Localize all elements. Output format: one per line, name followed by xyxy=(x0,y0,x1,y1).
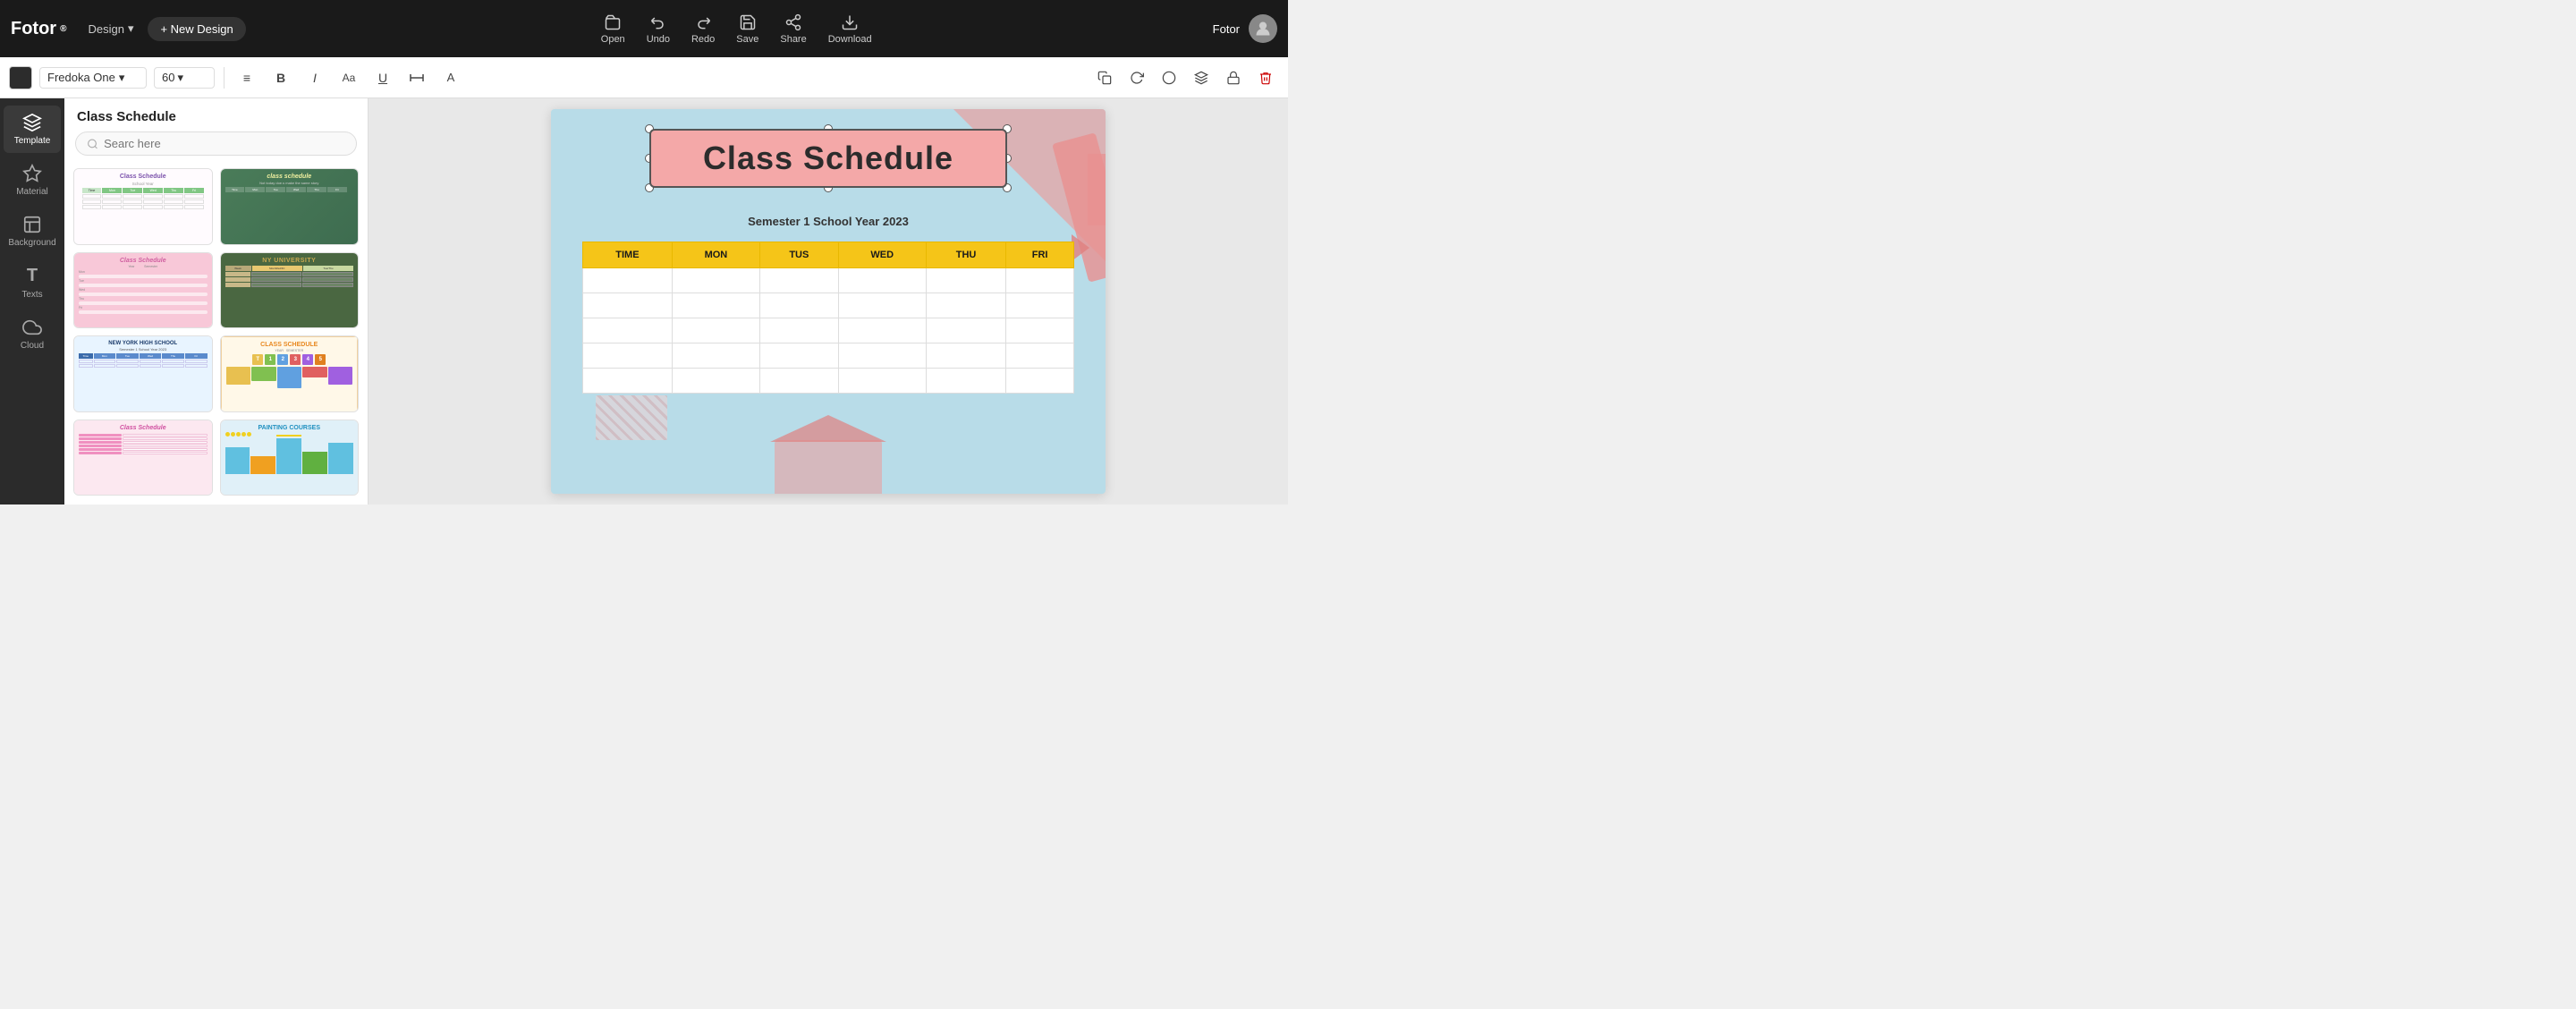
table-header-row: TIME MON TUS WED THU FRI xyxy=(583,242,1074,268)
chevron-down-icon: ▾ xyxy=(128,21,134,36)
save-icon xyxy=(739,13,757,31)
copy-button[interactable] xyxy=(1091,64,1118,91)
logo-superscript: ® xyxy=(60,24,66,34)
lock-button[interactable] xyxy=(1220,64,1247,91)
table-row xyxy=(583,268,1074,293)
bold-tool[interactable]: B xyxy=(267,64,294,91)
canvas-schedule-table: TIME MON TUS WED THU FRI xyxy=(582,242,1074,394)
share-tool[interactable]: Share xyxy=(780,13,806,45)
template-card-3[interactable]: Class Schedule Year Semester Mon Tue Wed… xyxy=(73,252,213,329)
nav-right: Fotor xyxy=(1213,14,1277,43)
col-tue: TUS xyxy=(759,242,838,268)
download-tool[interactable]: Download xyxy=(828,13,872,45)
sidebar-item-cloud[interactable]: Cloud xyxy=(4,310,61,358)
undo-tool[interactable]: Undo xyxy=(647,13,670,45)
template-card-6[interactable]: CLASS SCHEDULE YEAR SEMESTER T 1 2 3 4 5 xyxy=(220,335,360,412)
star-icon xyxy=(22,164,42,183)
table-row xyxy=(583,369,1074,394)
share-icon xyxy=(784,13,802,31)
deco-arrow-right xyxy=(1072,234,1089,261)
chevron-down-icon: ▾ xyxy=(119,71,125,85)
main-area: Template Material Background T Texts Clo… xyxy=(0,98,1288,504)
design-dropdown[interactable]: Design ▾ xyxy=(80,18,140,39)
template-panel: Class Schedule Class Schedule School Yea… xyxy=(64,98,369,504)
sidebar-item-template[interactable]: Template xyxy=(4,106,61,153)
new-design-button[interactable]: + New Design xyxy=(148,17,245,41)
underline-tool[interactable]: U xyxy=(369,64,396,91)
template-card-1[interactable]: Class Schedule School Year Time Mon Tue … xyxy=(73,168,213,245)
canvas-wrapper: Class Schedule Semester 1 School Year 20… xyxy=(551,109,1106,494)
templates-grid: Class Schedule School Year Time Mon Tue … xyxy=(64,165,368,504)
deco-side-right xyxy=(1088,154,1106,225)
search-input[interactable] xyxy=(104,137,345,150)
logo-text: fotor xyxy=(11,19,56,39)
font-name-dropdown[interactable]: Fredoka One ▾ xyxy=(39,67,147,89)
canvas-table-wrapper: TIME MON TUS WED THU FRI xyxy=(582,242,1074,394)
col-thu: THU xyxy=(926,242,1005,268)
template-card-7[interactable]: Class Schedule xyxy=(73,420,213,496)
font-size-alt-tool[interactable]: Aa xyxy=(335,64,362,91)
font-size-input[interactable]: 60 ▾ xyxy=(154,67,215,89)
italic-tool[interactable]: I xyxy=(301,64,328,91)
table-row xyxy=(583,318,1074,343)
cloud-icon xyxy=(22,318,42,337)
toolbar-right xyxy=(1091,64,1279,91)
open-tool[interactable]: Open xyxy=(601,13,625,45)
table-row xyxy=(583,293,1074,318)
template-card-5[interactable]: NEW YORK HIGH SCHOOL Semester 1 School Y… xyxy=(73,335,213,412)
sidebar-item-background[interactable]: Background xyxy=(4,208,61,255)
undo-icon xyxy=(649,13,667,31)
top-navbar: fotor ® Design ▾ + New Design Open Undo R… xyxy=(0,0,1288,57)
template-card-2[interactable]: class schedule Not today doe.s make the … xyxy=(220,168,360,245)
canvas-area[interactable]: Class Schedule Semester 1 School Year 20… xyxy=(369,98,1288,504)
align-tool[interactable]: ≡ xyxy=(233,64,260,91)
text-toolbar: Fredoka One ▾ 60 ▾ ≡ B I Aa U A xyxy=(0,57,1288,98)
layers-button[interactable] xyxy=(1188,64,1215,91)
search-icon xyxy=(87,138,98,150)
template-card-8[interactable]: PAINTING COURSES xyxy=(220,420,360,496)
deco-roof xyxy=(770,415,886,442)
deco-building xyxy=(775,440,882,494)
nav-tools: Open Undo Redo Save Share Download xyxy=(267,13,1206,45)
chevron-down-icon: ▾ xyxy=(177,71,183,85)
open-icon xyxy=(604,13,622,31)
col-mon: MON xyxy=(672,242,759,268)
background-icon xyxy=(22,215,42,234)
download-icon xyxy=(841,13,859,31)
delete-button[interactable] xyxy=(1252,64,1279,91)
col-fri: FRI xyxy=(1006,242,1074,268)
case-tool[interactable]: A xyxy=(437,64,464,91)
template-card-4[interactable]: NY UNIVERSITY Week Mon/Wed/Fri Tue/Thu xyxy=(220,252,360,329)
col-wed: WED xyxy=(838,242,926,268)
avatar xyxy=(1249,14,1277,43)
layers-icon xyxy=(22,113,42,132)
refresh-button[interactable] xyxy=(1123,64,1150,91)
logo: fotor ® xyxy=(11,19,66,39)
text-icon: T xyxy=(27,266,38,286)
canvas-subtitle: Semester 1 School Year 2023 xyxy=(748,215,909,228)
canvas-title-box[interactable]: Class Schedule xyxy=(649,129,1007,188)
canvas-title-text: Class Schedule xyxy=(703,140,953,176)
circle-button[interactable] xyxy=(1156,64,1182,91)
col-time: TIME xyxy=(583,242,673,268)
redo-tool[interactable]: Redo xyxy=(691,13,715,45)
user-name: Fotor xyxy=(1213,22,1240,36)
panel-title: Class Schedule xyxy=(64,98,368,131)
table-row xyxy=(583,343,1074,369)
font-color-swatch[interactable] xyxy=(9,66,32,89)
save-tool[interactable]: Save xyxy=(736,13,758,45)
letter-spacing-tool[interactable] xyxy=(403,64,430,91)
sidebar-icons: Template Material Background T Texts Clo… xyxy=(0,98,64,504)
deco-striped-box xyxy=(596,395,667,440)
title-selection-box[interactable]: Class Schedule xyxy=(649,129,1007,188)
search-box[interactable] xyxy=(75,131,357,156)
sidebar-item-texts[interactable]: T Texts xyxy=(4,259,61,307)
sidebar-item-material[interactable]: Material xyxy=(4,157,61,204)
redo-icon xyxy=(694,13,712,31)
separator xyxy=(224,67,225,89)
